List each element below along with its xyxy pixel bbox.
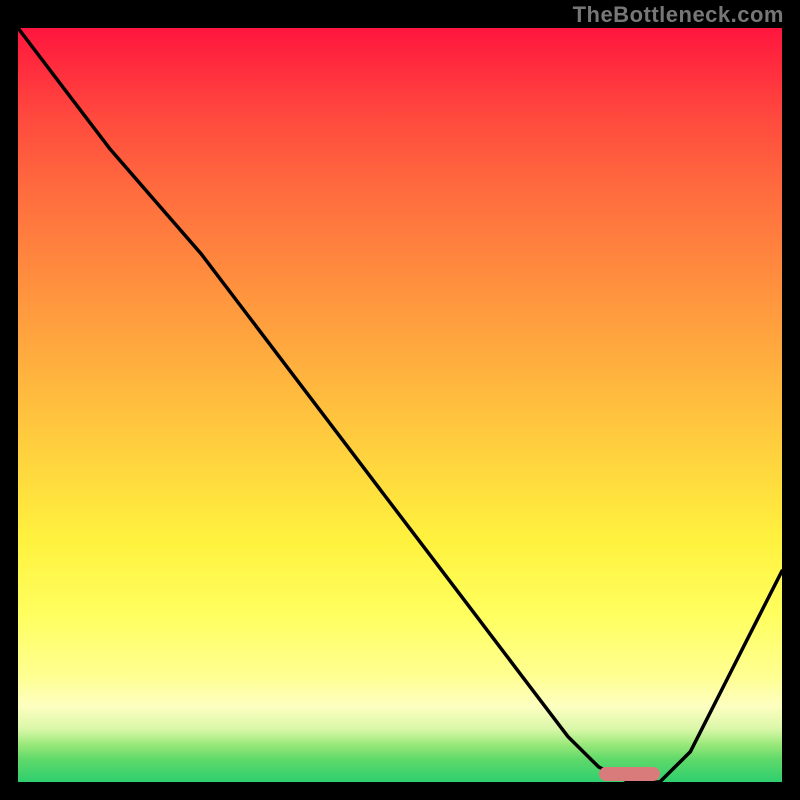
bottleneck-curve [18,28,782,782]
chart-frame: TheBottleneck.com [0,0,800,800]
watermark-text: TheBottleneck.com [573,2,784,28]
optimal-range-marker [599,767,660,781]
curve-path [18,28,782,782]
